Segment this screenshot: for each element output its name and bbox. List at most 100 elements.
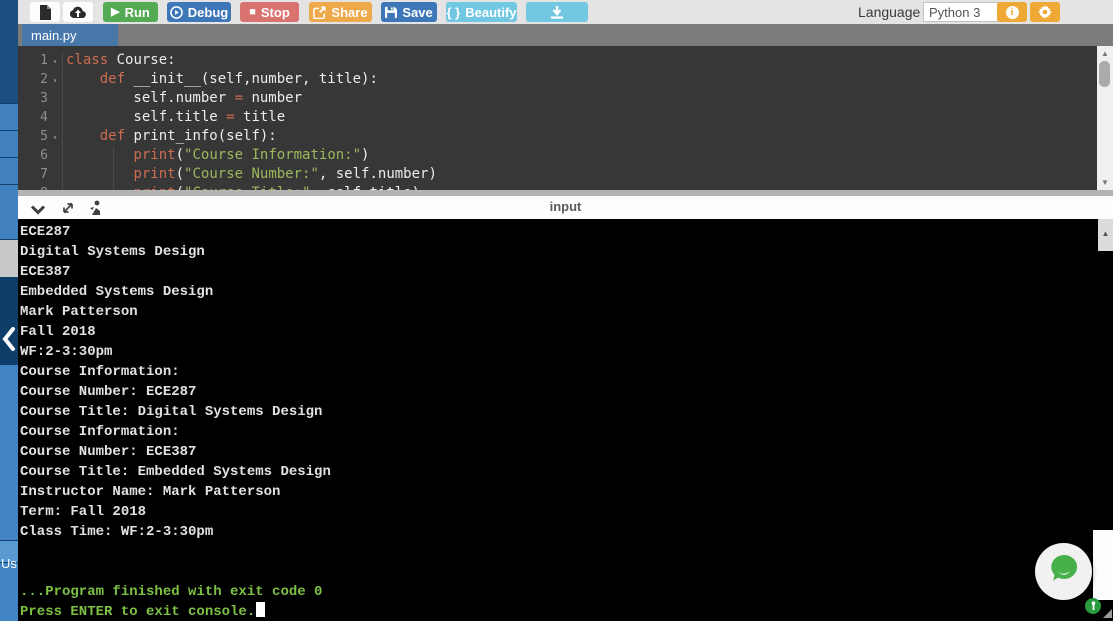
console-line: Digital Systems Design [20, 242, 1113, 262]
debug-icon [170, 6, 183, 19]
code-text: class Course: [62, 51, 1096, 70]
fold-arrow-icon[interactable]: ▾ [48, 70, 62, 89]
code-line[interactable]: 5▾ def print_info(self): [18, 127, 1096, 146]
fold-spacer [48, 146, 62, 165]
play-icon: ▶ [111, 7, 119, 18]
sidebar-segment[interactable] [0, 0, 18, 103]
sidebar-segment[interactable] [0, 563, 18, 621]
sidebar-segment[interactable] [0, 131, 18, 157]
download-icon [550, 6, 564, 19]
code-text: self.title = title [62, 108, 1096, 127]
indent-guide [113, 146, 114, 190]
cloud-upload-icon [70, 6, 86, 19]
console-line: ECE387 [20, 262, 1113, 282]
debug-button-label: Debug [188, 5, 228, 20]
toolbar: ▶ Run Debug ■ Stop Share Save { } [18, 0, 1113, 24]
run-button-label: Run [125, 5, 150, 20]
console-line: Press ENTER to exit console. [20, 602, 1113, 621]
code-lines: 1▾class Course:2▾ def __init__(self,numb… [18, 51, 1096, 190]
editor-scrollbar-thumb[interactable] [1099, 61, 1110, 87]
console-line: ECE287 [20, 222, 1113, 242]
onlinegdb-ide: ▶ Run Debug ■ Stop Share Save { } [0, 0, 1113, 621]
editor-scrollbar[interactable]: ▲ ▼ [1097, 46, 1113, 190]
social-sidebar: Us [0, 0, 18, 621]
console-line: Course Information: [20, 362, 1113, 382]
line-number: 1 [18, 51, 48, 70]
cookie-settings-icon[interactable] [1085, 598, 1101, 614]
run-button[interactable]: ▶ Run [103, 2, 158, 22]
console-line: Term: Fall 2018 [20, 502, 1113, 522]
language-label: Language [858, 4, 920, 20]
sidebar-segment[interactable] [0, 240, 18, 277]
new-file-button[interactable] [30, 2, 60, 22]
download-button[interactable] [526, 2, 588, 22]
share-icon [313, 6, 326, 19]
follow-us-label: Us [0, 556, 18, 571]
code-text: self.number = number [62, 89, 1096, 108]
cloud-upload-button[interactable] [63, 2, 93, 22]
new-file-icon [39, 5, 52, 20]
sidebar-segment[interactable] [0, 158, 18, 184]
line-number: 7 [18, 165, 48, 184]
console-line: Course Information: [20, 422, 1113, 442]
text-cursor [256, 602, 265, 617]
code-text: def print_info(self): [62, 127, 1096, 146]
beautify-button-label: Beautify [465, 5, 516, 20]
console-line: Mark Patterson [20, 302, 1113, 322]
sidebar-segment[interactable] [0, 365, 18, 540]
code-editor[interactable]: 1▾class Course:2▾ def __init__(self,numb… [18, 46, 1113, 190]
code-line[interactable]: 1▾class Course: [18, 51, 1096, 70]
console-line: WF:2-3:30pm [20, 342, 1113, 362]
code-line[interactable]: 7 print("Course Number:", self.number) [18, 165, 1096, 184]
code-text: print("Course Information:") [62, 146, 1096, 165]
code-line[interactable]: 4 self.title = title [18, 108, 1096, 127]
console-line: Course Number: ECE287 [20, 382, 1113, 402]
chat-bubble-icon [1046, 551, 1082, 592]
info-icon: i [1006, 6, 1019, 19]
code-text: print("Course Number:", self.number) [62, 165, 1096, 184]
line-number: 2 [18, 70, 48, 89]
console-line: Class Time: WF:2-3:30pm [20, 522, 1113, 542]
share-button[interactable]: Share [309, 2, 372, 22]
line-number: 3 [18, 89, 48, 108]
stop-icon: ■ [249, 7, 256, 18]
scroll-up-icon[interactable]: ▲ [1097, 47, 1113, 60]
gear-icon [1038, 5, 1052, 19]
debug-button[interactable]: Debug [167, 2, 231, 22]
scroll-down-icon[interactable]: ▼ [1097, 176, 1113, 189]
info-button[interactable]: i [997, 2, 1027, 22]
fold-spacer [48, 89, 62, 108]
console-header: input [18, 196, 1113, 219]
console-output[interactable]: ECE287Digital Systems DesignECE387Embedd… [18, 219, 1113, 621]
code-line[interactable]: 3 self.number = number [18, 89, 1096, 108]
fold-arrow-icon[interactable]: ▾ [48, 51, 62, 70]
beautify-button[interactable]: { } Beautify [446, 2, 517, 22]
fold-spacer [48, 108, 62, 127]
console-scroll-up-icon[interactable]: ▲ [1098, 219, 1113, 251]
console-line: Fall 2018 [20, 322, 1113, 342]
save-icon [385, 6, 397, 18]
save-button[interactable]: Save [381, 2, 437, 22]
line-number: 6 [18, 146, 48, 165]
console-line: Course Title: Digital Systems Design [20, 402, 1113, 422]
console-input-label: input [18, 199, 1113, 214]
resize-grip-icon[interactable] [1103, 609, 1112, 618]
tab-bar: main.py [18, 24, 1113, 46]
sidebar-segment[interactable] [0, 185, 18, 239]
sidebar-segment[interactable] [0, 104, 18, 130]
tab-main-py[interactable]: main.py [22, 24, 118, 46]
console-line: ...Program finished with exit code 0 [20, 582, 1113, 602]
console-line: Instructor Name: Mark Patterson [20, 482, 1113, 502]
braces-icon: { } [446, 5, 460, 20]
collapse-sidebar-icon[interactable] [1, 327, 16, 356]
chat-widget-panel [1093, 530, 1113, 600]
settings-button[interactable] [1030, 2, 1060, 22]
stop-button[interactable]: ■ Stop [240, 2, 299, 22]
code-line[interactable]: 2▾ def __init__(self,number, title): [18, 70, 1096, 89]
line-number: 4 [18, 108, 48, 127]
fold-arrow-icon[interactable]: ▾ [48, 127, 62, 146]
console-line [20, 562, 1113, 582]
chat-button[interactable] [1035, 543, 1092, 600]
console-line: Course Number: ECE387 [20, 442, 1113, 462]
code-line[interactable]: 6 print("Course Information:") [18, 146, 1096, 165]
